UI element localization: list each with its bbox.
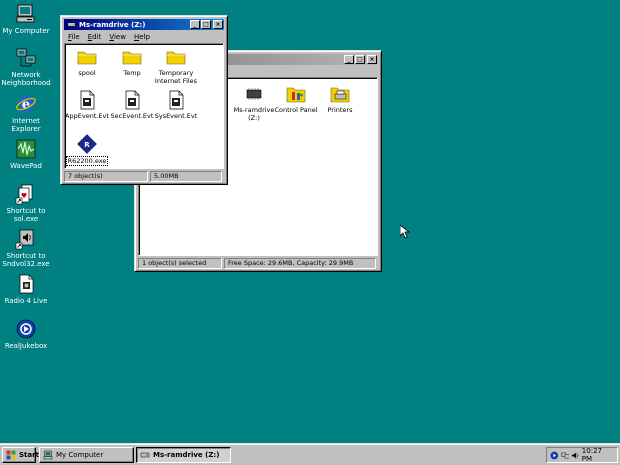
file-item-r62200-exe[interactable]: R R62200.exe <box>62 134 112 166</box>
volume-icon[interactable] <box>571 451 580 460</box>
maximize-button[interactable]: □ <box>355 55 365 64</box>
evt-file-icon <box>169 90 184 110</box>
item-printers[interactable]: Printers <box>315 84 365 114</box>
drive-icon <box>140 452 150 458</box>
my-computer-icon <box>43 450 53 460</box>
sndvol-shortcut-icon <box>15 229 34 250</box>
ramdrive-statusbar: 7 object(s) 5.00MB <box>64 171 224 182</box>
taskbar-button-my-computer[interactable]: My Computer <box>39 447 134 463</box>
menu-view[interactable]: View <box>105 33 130 41</box>
file-item-sysevent[interactable]: SysEvent.Evt <box>151 90 201 120</box>
menu-edit[interactable]: Edit <box>84 33 106 41</box>
item-label: Temporary Internet Files <box>154 69 198 85</box>
item-label: Temp <box>123 69 141 77</box>
close-button[interactable]: × <box>367 55 377 64</box>
desktop-icon-label: My Computer <box>2 27 50 35</box>
file-item-appevent[interactable]: AppEvent.Evt <box>62 90 112 120</box>
item-control-panel[interactable]: Control Panel <box>271 84 321 114</box>
close-button[interactable]: × <box>213 20 223 29</box>
desktop-icon-radio-4-live[interactable]: Radio 4 Live <box>0 273 52 305</box>
desktop-icon-internet-explorer[interactable]: e Internet Explorer <box>0 93 52 133</box>
taskbar: Start My Computer Ms-ramdrive (Z:) 10:27… <box>0 443 620 465</box>
item-label: SysEvent.Evt <box>154 112 198 120</box>
folder-item-temp[interactable]: Temp <box>107 47 157 77</box>
svg-text:R: R <box>84 141 90 149</box>
folder-item-temporary-internet-files[interactable]: Temporary Internet Files <box>151 47 201 85</box>
item-label: AppEvent.Evt <box>65 112 109 120</box>
ramdrive-titlebar[interactable]: Ms-ramdrive (Z:) _ □ × <box>64 19 224 30</box>
item-label: R62200.exe <box>65 156 109 166</box>
network-tray-icon[interactable] <box>560 451 570 460</box>
ramdrive-content[interactable]: spool Temp Temporary Internet Files AppE… <box>64 43 224 169</box>
file-item-secevent[interactable]: SecEvent.Evt <box>107 90 157 120</box>
ramdrive-window[interactable]: Ms-ramdrive (Z:) _ □ × File Edit View He… <box>60 15 228 185</box>
desktop-icon-label: Internet Explorer <box>11 117 41 133</box>
task-label: Ms-ramdrive (Z:) <box>153 451 220 459</box>
desktop-icon-label: Shortcut to Sndvol32.exe <box>2 252 50 268</box>
task-label: My Computer <box>56 451 104 459</box>
ramdrive-menubar: File Edit View Help <box>64 31 224 42</box>
menu-help[interactable]: Help <box>130 33 154 41</box>
realjukebox-tray-icon[interactable] <box>550 451 559 460</box>
desktop-icon-label: Shortcut to sol.exe <box>6 207 46 223</box>
status-selected: 1 object(s) selected <box>138 258 222 269</box>
my-computer-icon <box>16 4 35 23</box>
desktop-icon-realjukebox[interactable]: RealJukebox <box>0 318 52 350</box>
drive-icon <box>67 22 76 27</box>
window-title: Ms-ramdrive (Z:) <box>79 20 146 29</box>
ie-icon: e <box>16 96 36 113</box>
solitaire-shortcut-icon: ♥ <box>15 184 33 205</box>
network-icon <box>16 48 36 67</box>
radio-icon <box>19 274 34 294</box>
folder-icon <box>166 51 186 65</box>
item-label: spool <box>78 69 96 77</box>
realjukebox-icon <box>16 319 36 339</box>
evt-file-icon <box>125 90 140 110</box>
menu-file[interactable]: File <box>64 33 84 41</box>
desktop-icon-solitaire-shortcut[interactable]: ♥ Shortcut to sol.exe <box>0 183 52 223</box>
clock[interactable]: 10:27 PM <box>582 447 613 463</box>
desktop-icon-label: RealJukebox <box>4 342 48 350</box>
desktop-icon-label: Radio 4 Live <box>4 297 48 305</box>
maximize-button[interactable]: □ <box>201 20 211 29</box>
minimize-button[interactable]: _ <box>190 20 200 29</box>
desktop-icon-wavepad[interactable]: WavePad <box>0 138 52 170</box>
desktop-icon-my-computer[interactable]: My Computer <box>0 3 52 35</box>
start-label: Start <box>19 451 39 459</box>
status-size: 5.00MB <box>150 171 222 182</box>
wavepad-icon <box>16 139 36 159</box>
my-computer-statusbar: 1 object(s) selected Free Space: 29.6MB,… <box>138 258 378 269</box>
minimize-button[interactable]: _ <box>344 55 354 64</box>
desktop-icon-label: Network Neighborhood <box>1 71 51 87</box>
printers-icon <box>330 87 350 103</box>
evt-file-icon <box>80 90 95 110</box>
status-object-count: 7 object(s) <box>64 171 148 182</box>
status-free-space: Free Space: 29.6MB, Capacity: 29.9MB <box>224 258 376 269</box>
folder-item-spool[interactable]: spool <box>62 47 112 77</box>
exe-file-icon: R <box>77 134 97 154</box>
desktop-icon-label: WavePad <box>10 162 42 170</box>
mouse-cursor-icon <box>400 225 410 239</box>
ramdrive-icon <box>246 88 262 100</box>
desktop-icon-network[interactable]: Network Neighborhood <box>0 47 52 87</box>
item-label: Control Panel <box>274 106 318 114</box>
folder-icon <box>122 51 142 65</box>
desktop-icon-sndvol-shortcut[interactable]: Shortcut to Sndvol32.exe <box>0 228 52 268</box>
folder-icon <box>77 51 97 65</box>
windows-logo-icon <box>6 450 16 460</box>
item-label: Ms-ramdrive (Z:) <box>233 106 275 122</box>
start-button[interactable]: Start <box>2 447 39 463</box>
control-panel-icon <box>286 87 306 103</box>
item-label: Printers <box>327 106 353 114</box>
system-tray: 10:27 PM <box>546 447 618 463</box>
taskbar-button-ramdrive[interactable]: Ms-ramdrive (Z:) <box>136 447 231 463</box>
item-label: SecEvent.Evt <box>110 112 154 120</box>
